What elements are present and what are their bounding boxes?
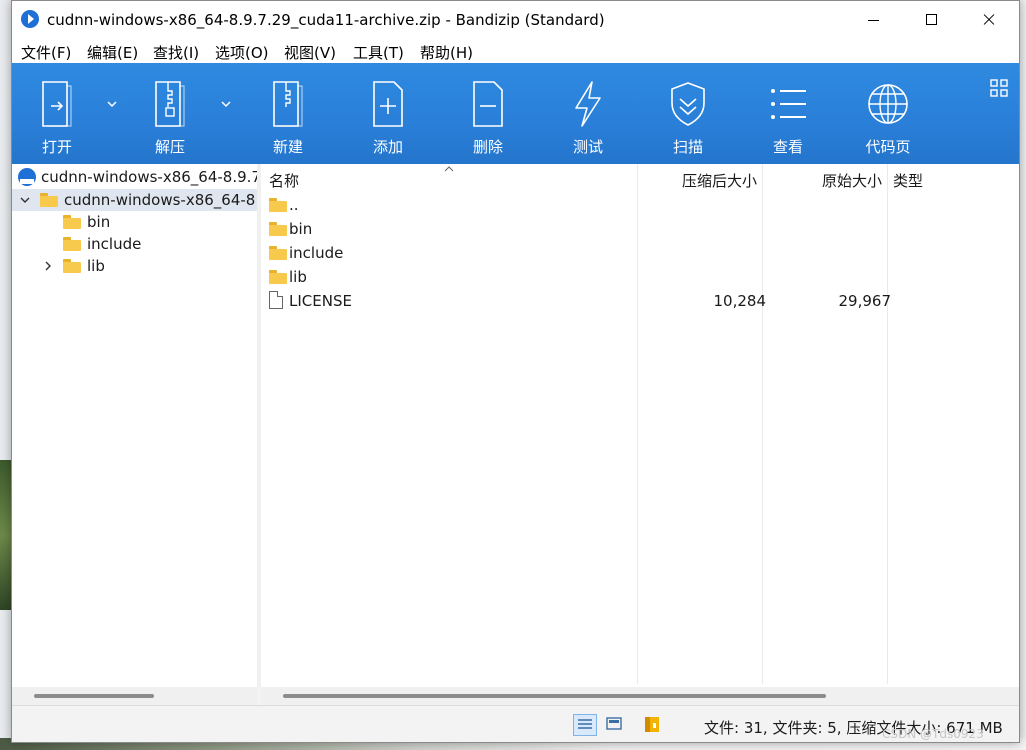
- folder-icon: [63, 215, 81, 229]
- file-list: 名称 压缩后大小 原始大小 类型 .. bin include lib LICE…: [261, 164, 1019, 687]
- view-button[interactable]: 查看: [743, 63, 833, 164]
- extract-zip-icon: [150, 79, 190, 129]
- preview-pane-icon[interactable]: [603, 714, 627, 736]
- lightning-icon: [568, 79, 608, 129]
- column-header-original[interactable]: 原始大小: [822, 170, 882, 191]
- folder-up-icon: [269, 198, 287, 212]
- tree-root-folder-label: cudnn-windows-x86_64-8.: [64, 191, 261, 209]
- file-name: LICENSE: [289, 292, 352, 310]
- scan-button[interactable]: 扫描: [643, 63, 733, 164]
- tree-item-bin[interactable]: bin: [12, 211, 257, 233]
- add-label: 添加: [372, 138, 403, 156]
- chevron-right-icon[interactable]: [41, 259, 55, 273]
- open-icon: [37, 79, 77, 129]
- chevron-down-icon[interactable]: [18, 193, 32, 207]
- folder-icon: [269, 222, 287, 236]
- codepage-button[interactable]: 代码页: [843, 63, 933, 164]
- new-archive-icon: [268, 79, 308, 129]
- tree-item-root-folder[interactable]: cudnn-windows-x86_64-8.: [12, 189, 261, 211]
- open-dropdown-chevron-icon[interactable]: [106, 95, 118, 108]
- window-title: cudnn-windows-x86_64-8.9.7.29_cuda11-arc…: [47, 11, 605, 29]
- delete-button[interactable]: 删除: [443, 63, 533, 164]
- column-header-compressed[interactable]: 压缩后大小: [682, 170, 757, 191]
- menu-tools[interactable]: 工具(T): [353, 42, 404, 63]
- bandizip-logo-icon: [21, 10, 39, 28]
- menu-file[interactable]: 文件(F): [21, 42, 71, 63]
- scrollbar-thumb[interactable]: [283, 694, 826, 698]
- file-row-parent[interactable]: ..: [261, 193, 1019, 217]
- file-name: bin: [289, 220, 313, 238]
- extract-button[interactable]: 解压: [125, 63, 215, 164]
- filelist-horizontal-scrollbar[interactable]: [261, 687, 1019, 705]
- column-header-name[interactable]: 名称: [269, 170, 299, 191]
- title-bar[interactable]: cudnn-windows-x86_64-8.9.7.29_cuda11-arc…: [12, 1, 1019, 39]
- document-icon: [269, 291, 283, 309]
- watermark: CSDN @Tds0923: [882, 727, 984, 741]
- codepage-label: 代码页: [865, 138, 911, 156]
- menu-edit[interactable]: 编辑(E): [87, 42, 138, 63]
- toolbar: 打开 解压 新建 添加 删除 测试 扫描 查看 代码页: [12, 63, 1019, 164]
- folder-icon: [269, 270, 287, 284]
- view-label: 查看: [772, 138, 803, 156]
- folder-icon: [269, 246, 287, 260]
- shield-icon: [668, 79, 708, 129]
- file-row-include[interactable]: include: [261, 241, 1019, 265]
- folder-icon: [63, 237, 81, 251]
- tree-item-archive[interactable]: cudnn-windows-x86_64-8.9.7: [12, 166, 261, 188]
- file-name: ..: [289, 196, 299, 214]
- file-row-lib[interactable]: lib: [261, 265, 1019, 289]
- menu-options[interactable]: 选项(O): [215, 42, 269, 63]
- scrollbar-thumb[interactable]: [34, 694, 154, 698]
- menu-bar: 文件(F) 编辑(E) 查找(I) 选项(O) 视图(V) 工具(T) 帮助(H…: [12, 39, 1019, 63]
- sort-ascending-icon: [444, 166, 454, 172]
- tree-bin-label: bin: [87, 213, 111, 231]
- tree-lib-label: lib: [87, 257, 105, 275]
- open-label: 打开: [41, 138, 72, 156]
- file-name: include: [289, 244, 344, 262]
- bandizip-window: cudnn-windows-x86_64-8.9.7.29_cuda11-arc…: [11, 0, 1020, 743]
- test-button[interactable]: 测试: [543, 63, 633, 164]
- minimize-button[interactable]: [844, 1, 902, 39]
- compressed-size: 10,284: [713, 292, 767, 310]
- tree-include-label: include: [87, 235, 142, 253]
- details-view-icon[interactable]: [573, 714, 597, 736]
- close-button[interactable]: [960, 1, 1018, 39]
- scan-label: 扫描: [672, 138, 703, 156]
- folder-icon: [63, 259, 81, 273]
- menu-view[interactable]: 视图(V): [284, 42, 336, 63]
- column-header-type[interactable]: 类型: [893, 170, 923, 191]
- menu-find[interactable]: 查找(I): [153, 42, 199, 63]
- tree-archive-label: cudnn-windows-x86_64-8.9.7: [41, 168, 261, 186]
- delete-label: 删除: [472, 138, 503, 156]
- extract-dropdown-chevron-icon[interactable]: [220, 95, 232, 108]
- file-row-license[interactable]: LICENSE 10,284 29,967: [261, 289, 1019, 313]
- original-size: 29,967: [838, 292, 892, 310]
- delete-file-icon: [468, 79, 508, 129]
- file-row-bin[interactable]: bin: [261, 217, 1019, 241]
- maximize-button[interactable]: [902, 1, 960, 39]
- tree-item-include[interactable]: include: [12, 233, 257, 255]
- tree-item-lib[interactable]: lib: [12, 255, 257, 277]
- globe-icon: [868, 79, 908, 129]
- zip-archive-icon: [18, 168, 36, 186]
- extract-label: 解压: [154, 138, 185, 156]
- folder-tree: cudnn-windows-x86_64-8.9.7 cudnn-windows…: [12, 164, 261, 687]
- add-file-icon: [368, 79, 408, 129]
- layout-grid-icon[interactable]: [990, 79, 1008, 97]
- folder-icon: [40, 193, 58, 207]
- file-name: lib: [289, 268, 307, 286]
- list-view-icon: [768, 79, 808, 129]
- menu-help[interactable]: 帮助(H): [420, 42, 473, 63]
- test-label: 测试: [572, 138, 603, 156]
- status-bar: 文件: 31, 文件夹: 5, 压缩文件大小: 671 MB: [12, 705, 1019, 742]
- add-button[interactable]: 添加: [343, 63, 433, 164]
- archive-info-icon[interactable]: [641, 714, 665, 736]
- new-label: 新建: [272, 138, 303, 156]
- tree-horizontal-scrollbar[interactable]: [12, 687, 257, 705]
- open-button[interactable]: 打开: [12, 63, 102, 164]
- new-button[interactable]: 新建: [243, 63, 333, 164]
